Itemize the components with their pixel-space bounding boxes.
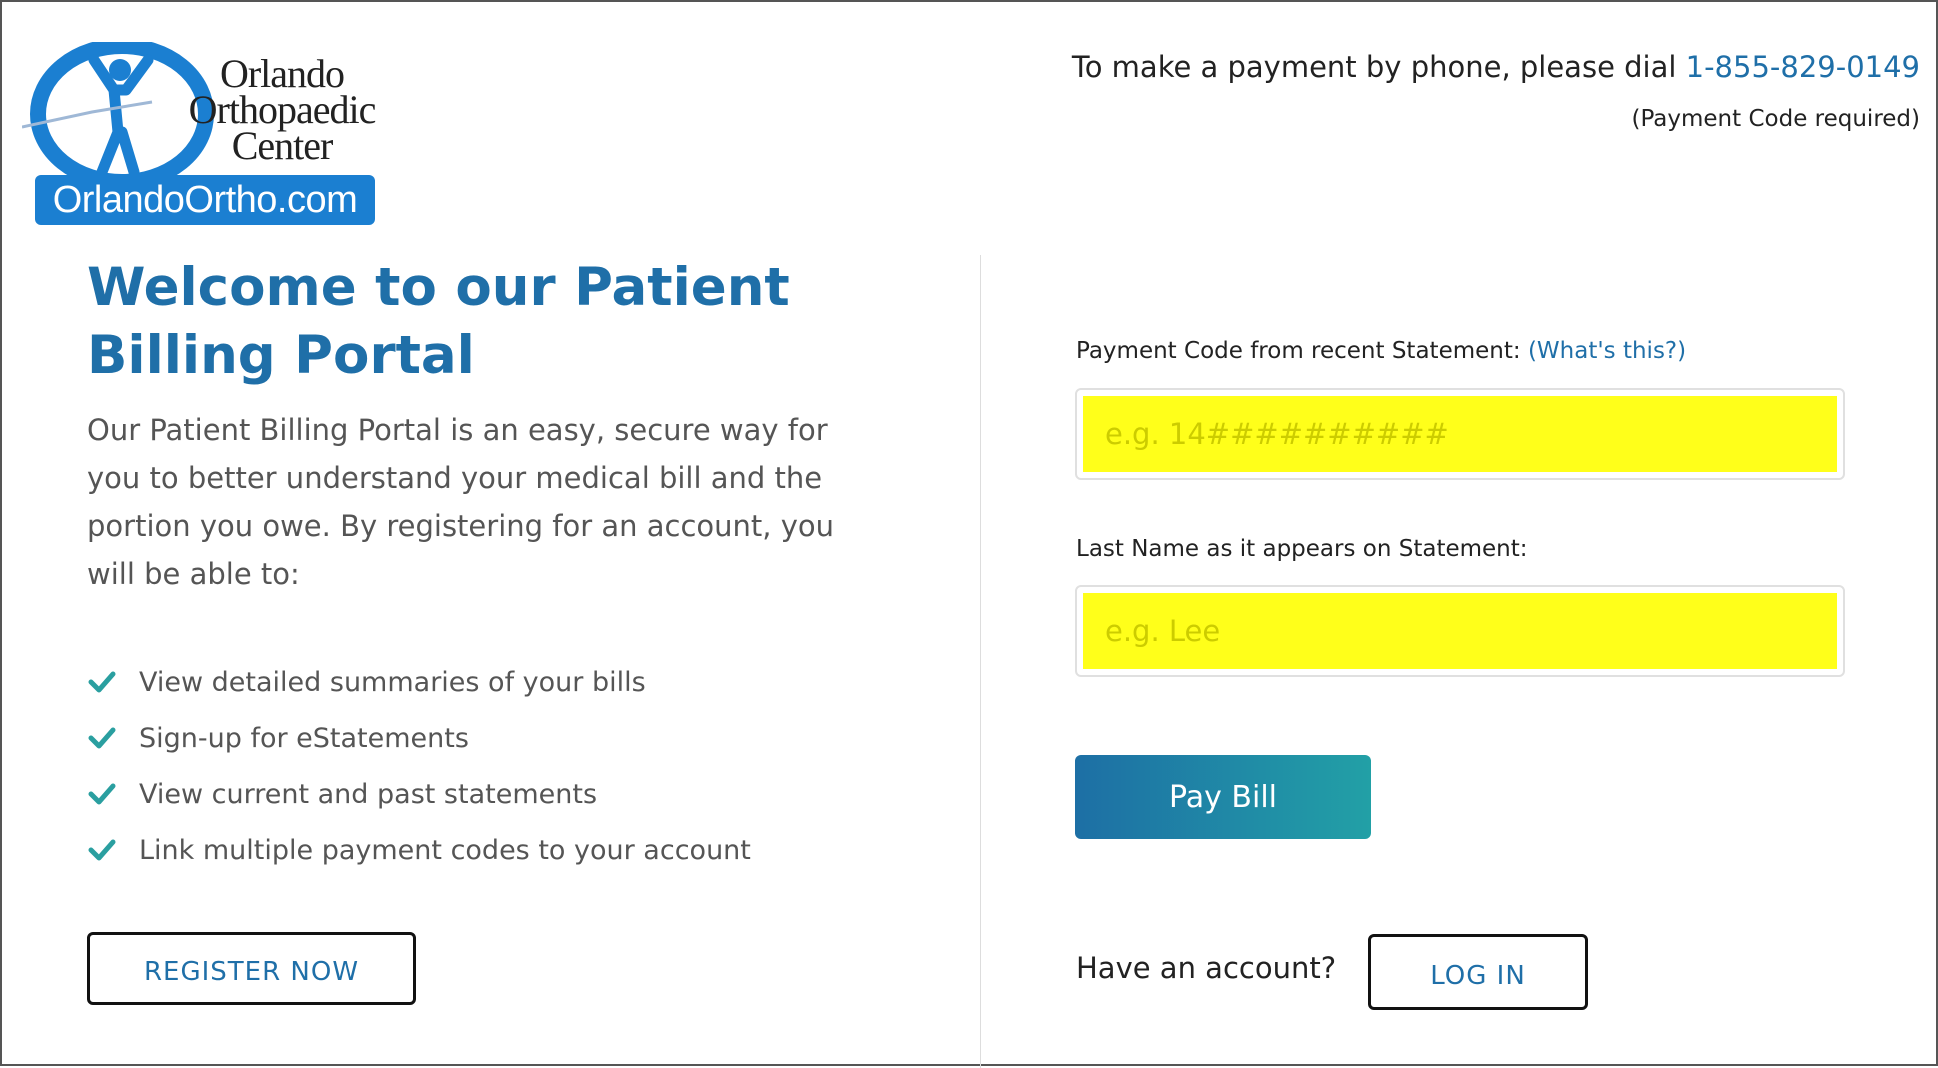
logo-text: Orlando Orthopaedic Center — [177, 54, 387, 168]
pay-bill-button[interactable]: Pay Bill — [1075, 755, 1371, 839]
payment-code-label-text: Payment Code from recent Statement: — [1076, 338, 1528, 364]
benefit-text: Link multiple payment codes to your acco… — [139, 834, 751, 866]
benefit-text: View detailed summaries of your bills — [139, 666, 646, 698]
page-title: Welcome to our Patient Billing Portal — [87, 257, 790, 386]
payment-code-field-wrapper — [1075, 388, 1845, 480]
have-account-text: Have an account? — [1076, 951, 1337, 985]
last-name-field-wrapper — [1075, 585, 1845, 677]
intro-text: Our Patient Billing Portal is an easy, s… — [87, 413, 834, 591]
whats-this-link[interactable]: (What's this?) — [1528, 338, 1686, 364]
page-frame: Orlando Orthopaedic Center OrlandoOrtho.… — [0, 0, 1938, 1068]
benefit-text: Sign-up for eStatements — [139, 722, 469, 754]
payment-code-label: Payment Code from recent Statement: (Wha… — [1076, 338, 1686, 364]
list-item: View current and past statements — [87, 766, 751, 822]
log-in-button[interactable]: LOG IN — [1368, 934, 1588, 1010]
last-name-input[interactable] — [1083, 593, 1837, 669]
phone-info: To make a payment by phone, please dial … — [1072, 50, 1920, 84]
benefit-text: View current and past statements — [139, 778, 598, 810]
logo-line-3: Center — [231, 123, 334, 168]
site-logo[interactable]: Orlando Orthopaedic Center OrlandoOrtho.… — [22, 42, 377, 227]
phone-prefix: To make a payment by phone, please dial — [1071, 50, 1686, 84]
check-icon — [88, 671, 116, 693]
phone-note: (Payment Code required) — [1631, 106, 1920, 132]
list-item: View detailed summaries of your bills — [87, 654, 751, 710]
phone-number-link[interactable]: 1-855-829-0149 — [1686, 50, 1920, 84]
check-icon — [88, 839, 116, 861]
last-name-label: Last Name as it appears on Statement: — [1076, 536, 1528, 562]
payment-code-input[interactable] — [1083, 396, 1837, 472]
list-item: Sign-up for eStatements — [87, 710, 751, 766]
logo-site-banner: OrlandoOrtho.com — [35, 175, 375, 225]
column-divider — [980, 255, 981, 1068]
register-now-button[interactable]: REGISTER NOW — [87, 932, 416, 1005]
benefits-list: View detailed summaries of your bills Si… — [87, 654, 751, 878]
list-item: Link multiple payment codes to your acco… — [87, 822, 751, 878]
check-icon — [88, 783, 116, 805]
check-icon — [88, 727, 116, 749]
